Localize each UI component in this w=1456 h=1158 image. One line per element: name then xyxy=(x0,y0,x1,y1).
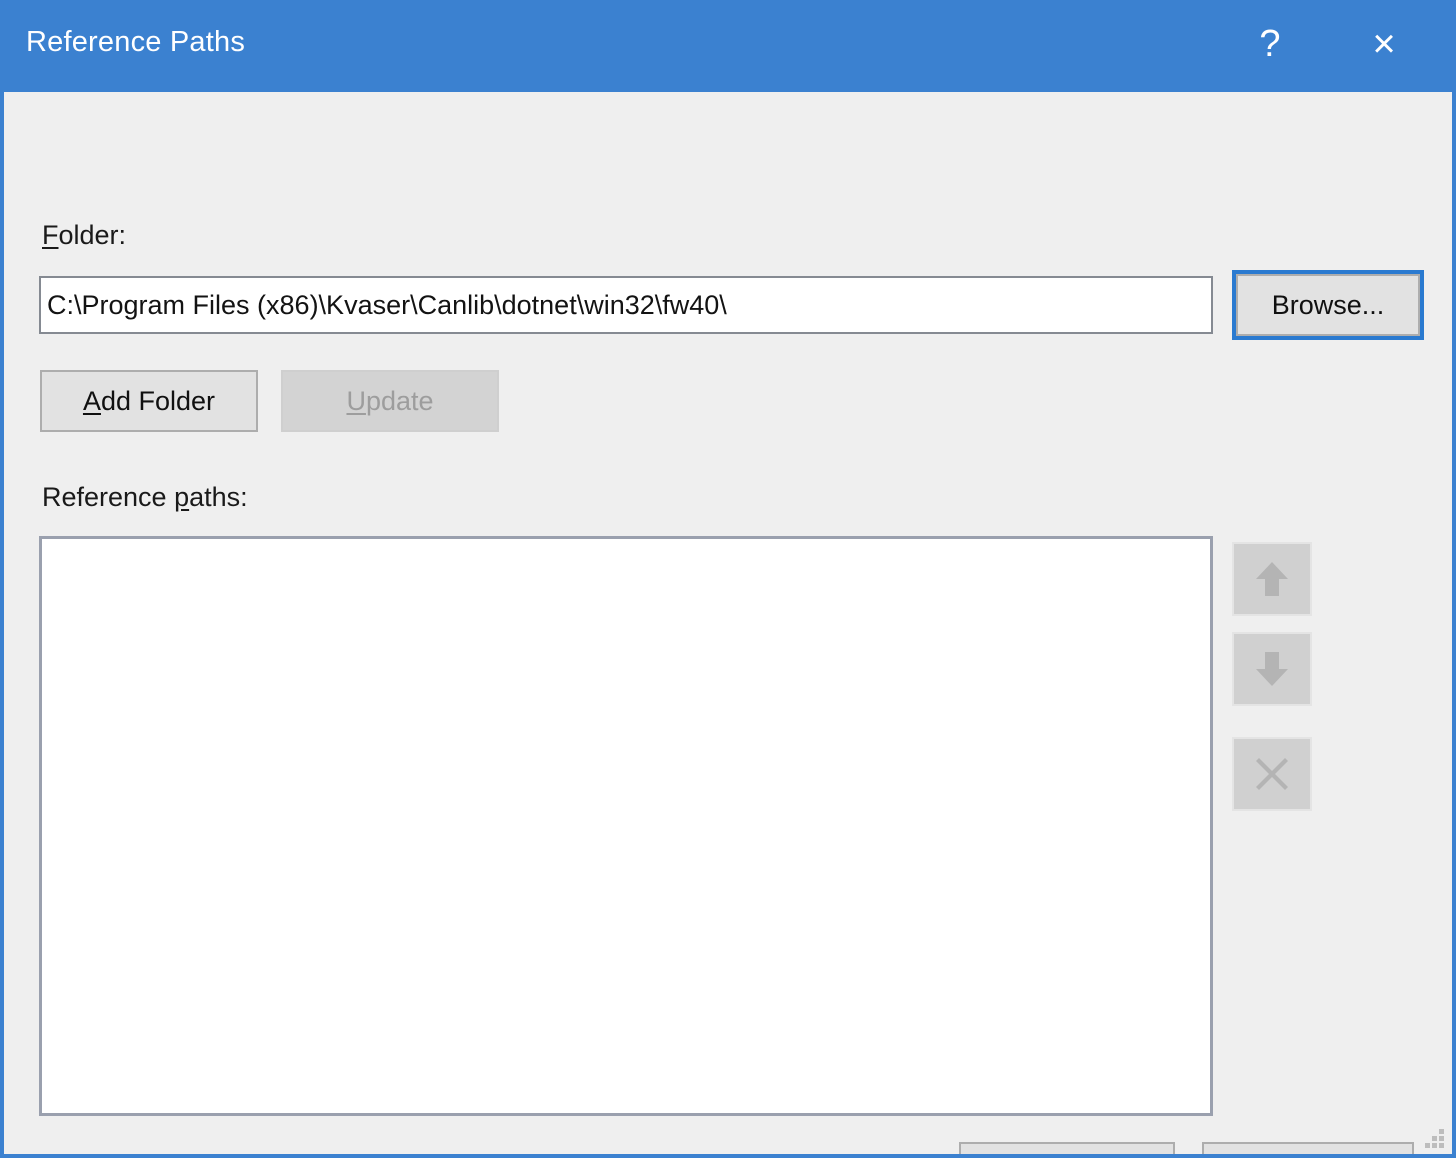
reference-paths-label: Reference paths: xyxy=(42,482,248,513)
folder-label: Folder: xyxy=(42,220,126,251)
remove-button[interactable] xyxy=(1232,737,1312,811)
x-close-icon xyxy=(1250,752,1294,796)
update-button[interactable]: Update xyxy=(281,370,499,432)
ok-button[interactable]: OK xyxy=(959,1142,1175,1154)
move-up-button[interactable] xyxy=(1232,542,1312,616)
arrow-up-icon xyxy=(1252,558,1292,600)
folder-input[interactable] xyxy=(39,276,1213,334)
resize-grip-icon[interactable] xyxy=(1418,1122,1444,1148)
reference-paths-label-accel: p xyxy=(174,482,190,512)
arrow-down-icon xyxy=(1252,648,1292,690)
browse-button[interactable]: Browse... xyxy=(1236,274,1420,336)
reference-paths-dialog: Reference Paths ? × Folder: Browse... Ad… xyxy=(0,0,1456,1158)
dialog-body: Folder: Browse... Add Folder Update Refe… xyxy=(4,92,1452,1154)
window-title: Reference Paths xyxy=(26,26,246,58)
close-icon: × xyxy=(1372,22,1396,66)
close-button[interactable]: × xyxy=(1338,4,1430,88)
help-button[interactable]: ? xyxy=(1224,4,1316,88)
reference-paths-label-pre: Reference xyxy=(42,482,175,512)
update-button-label: Update xyxy=(346,385,434,416)
reference-paths-listbox[interactable] xyxy=(39,536,1213,1116)
move-down-button[interactable] xyxy=(1232,632,1312,706)
cancel-button[interactable]: Cancel xyxy=(1202,1142,1414,1154)
title-bar: Reference Paths ? × xyxy=(4,4,1452,92)
reference-paths-label-rest: aths: xyxy=(189,482,248,512)
question-mark-icon: ? xyxy=(1259,23,1281,65)
browse-button-label: Browse... xyxy=(1271,289,1385,320)
add-folder-button-label: Add Folder xyxy=(82,385,216,416)
folder-label-rest: older: xyxy=(58,220,127,250)
folder-label-accel: F xyxy=(42,220,59,250)
add-folder-button[interactable]: Add Folder xyxy=(40,370,258,432)
